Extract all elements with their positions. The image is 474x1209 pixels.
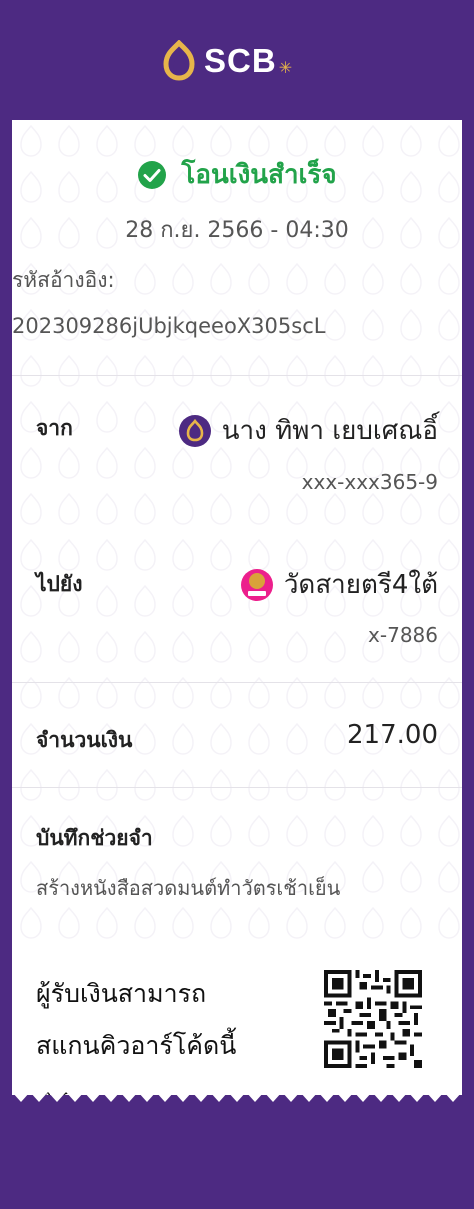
memo-label: บันทึกช่วยจำ (36, 826, 153, 850)
from-label: จาก (36, 416, 73, 440)
from-name: นาง ทิพา เยบเศณอิ์ (221, 416, 438, 446)
transaction-datetime: 28 ก.ย. 2566 - 04:30 (125, 218, 349, 243)
memo-value: สร้างหนังสือสวดมนต์ทำวัตรเช้าเย็น (36, 876, 341, 900)
to-label: ไปยัง (36, 572, 83, 596)
receipt-tear-edge (12, 1080, 462, 1102)
to-account-line: วัดสายตรี4ใต้ (240, 564, 438, 605)
to-name: วัดสายตรี4ใต้ (283, 570, 438, 600)
qr-instruction-line: สแกนคิวอาร์โค้ดนี้ (36, 1031, 237, 1060)
from-account-line: นาง ทิพา เยบเศณอิ์ (178, 410, 438, 451)
qr-instruction-line: ผู้รับเงินสามารถ (36, 979, 207, 1008)
reference-label: รหัสอ้างอิง: (12, 268, 115, 292)
status-line: โอนเงินสำเร็จ (12, 154, 462, 195)
scb-logo: SCB ✳ (160, 38, 292, 84)
brand-name: SCB (204, 42, 277, 79)
amount-label: จำนวนเงิน (36, 728, 133, 752)
transfer-slip: โอนเงินสำเร็จ 28 ก.ย. 2566 - 04:30 รหัสอ… (12, 120, 462, 1095)
qr-instruction: ผู้รับเงินสามารถ สแกนคิวอาร์โค้ดนี้ เพื่… (36, 968, 296, 1095)
reference-value: 202309286jUbjkqeeoX305scL (12, 314, 326, 338)
star-icon: ✳ (278, 57, 293, 77)
status-text: โอนเงินสำเร็จ (181, 160, 337, 190)
amount-value: 217.00 (347, 720, 438, 750)
check-circle-icon (138, 160, 167, 189)
qr-code[interactable] (324, 970, 422, 1068)
divider (12, 787, 462, 788)
divider (12, 375, 462, 376)
scb-logo-icon (163, 40, 195, 81)
scb-bank-icon (178, 414, 211, 447)
to-account: x-7886 (368, 623, 438, 647)
divider (12, 682, 462, 683)
gsb-bank-icon (240, 568, 273, 601)
from-account: xxx-xxx365-9 (301, 470, 438, 494)
app-header: SCB ✳ (0, 0, 474, 120)
